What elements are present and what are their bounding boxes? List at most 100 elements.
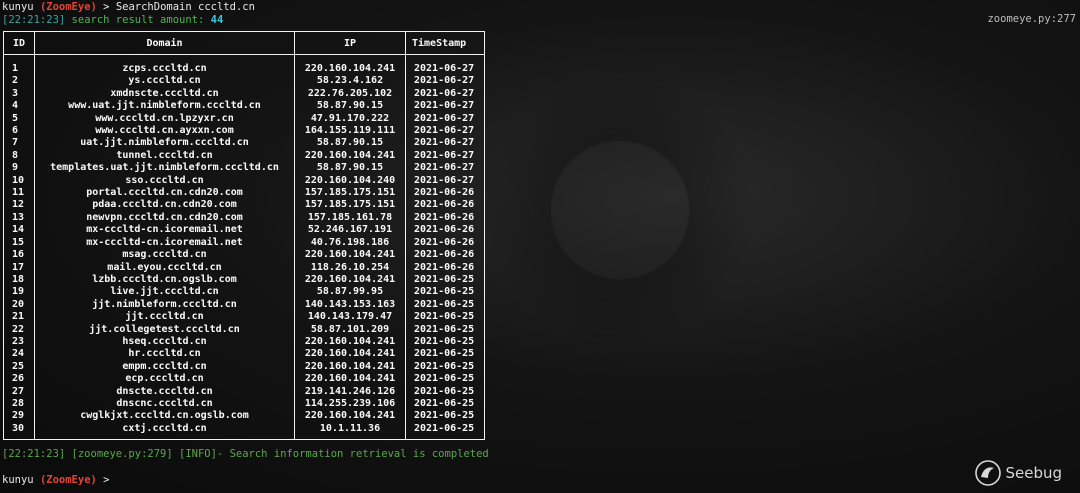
cell-ip: 222.76.205.102 (294, 87, 406, 101)
status-text: search result amount: (71, 14, 205, 26)
header-timestamp: TimeStamp (405, 31, 485, 55)
cell-ip: 58.87.101.209 (294, 323, 406, 336)
cell-ip: 140.143.153.163 (294, 298, 406, 312)
cell-domain: xmdnscte.cccltd.cn (34, 87, 295, 101)
cell-id: 8 (3, 149, 35, 163)
status-count: 44 (210, 14, 224, 26)
command-line-1: kunyu (ZoomEye) > SearchDomain cccltd.cn (2, 0, 255, 14)
cell-id: 27 (3, 385, 35, 398)
prompt-app: (ZoomEye) (39, 1, 97, 13)
table-header-row: ID Domain IP TimeStamp (3, 31, 485, 55)
cell-ip: 220.160.104.241 (294, 360, 406, 374)
cell-timestamp: 2021-06-26 (405, 211, 485, 225)
cell-id: 4 (3, 100, 35, 113)
cell-ip: 220.160.104.241 (294, 335, 406, 349)
table-row: 13 newvpn.cccltd.cn.cdn20.com 157.185.161.… (3, 211, 485, 225)
table-spacer (3, 54, 485, 63)
table-row: 20 jjt.nimbleform.cccltd.cn 140.143.153.16… (3, 298, 485, 312)
prompt2-app: (ZoomEye) (39, 474, 97, 486)
cell-timestamp: 2021-06-27 (405, 100, 485, 113)
table-row: 19 live.jjt.cccltd.cn 58.87.99.95 2021-06-2… (3, 286, 485, 299)
cell-timestamp: 2021-06-27 (405, 174, 485, 188)
cell-ip: 164.155.119.111 (294, 125, 406, 138)
table-row: 15 mx-cccltd-cn.icoremail.net 40.76.198.18… (3, 236, 485, 250)
header-domain: Domain (34, 31, 295, 55)
cell-domain: dnscnc.cccltd.cn (34, 397, 295, 411)
cell-id: 18 (3, 273, 35, 287)
cell-ip: 220.160.104.241 (294, 373, 406, 386)
table-row: 3 xmdnscte.cccltd.cn 222.76.205.102 2021-06… (3, 87, 485, 101)
table-row: 16 msag.cccltd.cn 220.160.104.241 2021-06-2… (3, 249, 485, 262)
cell-timestamp: 2021-06-26 (405, 199, 485, 212)
status-line: [22:21:23] search result amount: 44 (2, 13, 223, 27)
cell-id: 2 (3, 75, 35, 88)
cell-domain: www.cccltd.cn.lpzyxr.cn (34, 112, 295, 126)
cell-ip: 220.160.104.241 (294, 63, 406, 76)
table-row: 10 sso.cccltd.cn 220.160.104.240 2021-06-27 (3, 174, 485, 188)
table-row: 8 tunnel.cccltd.cn 220.160.104.241 2021-06-… (3, 149, 485, 163)
cell-timestamp: 2021-06-27 (405, 162, 485, 175)
cell-ip: 157.185.161.78 (294, 211, 406, 225)
cell-id: 13 (3, 211, 35, 225)
cell-ip: 114.255.239.106 (294, 397, 406, 411)
table-row: 12 pdaa.cccltd.cn.cdn20.com 157.185.175.15… (3, 199, 485, 212)
cell-domain: portal.cccltd.cn.cdn20.com (34, 187, 295, 200)
cell-timestamp: 2021-06-25 (405, 397, 485, 411)
cell-ip: 220.160.104.240 (294, 174, 406, 188)
table-row: 25 empm.cccltd.cn 220.160.104.241 2021-06-2… (3, 360, 485, 374)
cell-domain: jjt.nimbleform.cccltd.cn (34, 298, 295, 312)
cell-id: 9 (3, 162, 35, 175)
cell-id: 22 (3, 323, 35, 336)
cell-id: 21 (3, 311, 35, 324)
cell-timestamp: 2021-06-27 (405, 63, 485, 76)
seebug-logo-icon (975, 460, 1002, 486)
command-text: SearchDomain cccltd.cn (115, 1, 255, 13)
cell-timestamp: 2021-06-27 (405, 112, 485, 126)
cell-timestamp: 2021-06-25 (405, 410, 485, 423)
cell-domain: cwglkjxt.cccltd.cn.ogslb.com (34, 410, 295, 423)
cell-timestamp: 2021-06-27 (405, 87, 485, 101)
table-row: 2 ys.cccltd.cn 58.23.4.162 2021-06-27 (3, 75, 485, 88)
table-row: 17 mail.eyou.cccltd.cn 118.26.10.254 2021-0… (3, 261, 485, 274)
cell-timestamp: 2021-06-26 (405, 249, 485, 262)
cell-ip: 220.160.104.241 (294, 249, 406, 262)
cell-id: 25 (3, 360, 35, 374)
cell-timestamp: 2021-06-25 (405, 273, 485, 287)
cell-domain: ys.cccltd.cn (34, 75, 295, 88)
table-row: 7 uat.jjt.nimbleform.cccltd.cn 58.87.90.15… (3, 137, 485, 150)
cell-timestamp: 2021-06-27 (405, 75, 485, 88)
command-line-2: kunyu (ZoomEye) > (2, 473, 110, 487)
table-row: 27 dnscte.cccltd.cn 219.141.246.126 2021-06… (3, 385, 485, 398)
cell-id: 29 (3, 410, 35, 423)
cell-ip: 58.87.90.15 (294, 162, 406, 175)
table-row: 24 hr.cccltd.cn 220.160.104.241 2021-06-25 (3, 348, 485, 361)
cell-timestamp: 2021-06-27 (405, 137, 485, 150)
cell-id: 12 (3, 199, 35, 212)
seebug-watermark: Seebug (975, 460, 1062, 486)
cell-id: 19 (3, 286, 35, 299)
cell-ip: 58.23.4.162 (294, 75, 406, 88)
cell-timestamp: 2021-06-25 (405, 348, 485, 361)
cell-timestamp: 2021-06-25 (405, 385, 485, 398)
status-source: zoomeye.py:277 (987, 13, 1076, 25)
cell-domain: jjt.collegetest.cccltd.cn (34, 323, 295, 336)
cell-domain: zcps.cccltd.cn (34, 63, 295, 76)
cell-ip: 10.1.11.36 (294, 422, 406, 441)
cell-domain: pdaa.cccltd.cn.cdn20.com (34, 199, 295, 212)
cell-timestamp: 2021-06-26 (405, 187, 485, 200)
table-row: 5 www.cccltd.cn.lpzyxr.cn 47.91.170.222 202… (3, 112, 485, 126)
cell-timestamp: 2021-06-25 (405, 373, 485, 386)
prompt-user: kunyu (2, 1, 34, 13)
cell-timestamp: 2021-06-26 (405, 261, 485, 274)
cell-domain: uat.jjt.nimbleform.cccltd.cn (34, 137, 295, 150)
table-row: 14 mx-cccltd-cn.icoremail.net 52.246.167.1… (3, 224, 485, 237)
prompt2-user: kunyu (2, 474, 34, 486)
cell-domain: live.jjt.cccltd.cn (34, 286, 295, 299)
info-log-line: [22:21:23] [zoomeye.py:279] [INFO]- Sear… (2, 448, 489, 460)
table-row: 28 dnscnc.cccltd.cn 114.255.239.106 2021-06… (3, 397, 485, 411)
cell-id: 28 (3, 397, 35, 411)
cell-id: 23 (3, 335, 35, 349)
cell-domain: sso.cccltd.cn (34, 174, 295, 188)
header-ip: IP (294, 31, 406, 55)
cell-id: 5 (3, 112, 35, 126)
